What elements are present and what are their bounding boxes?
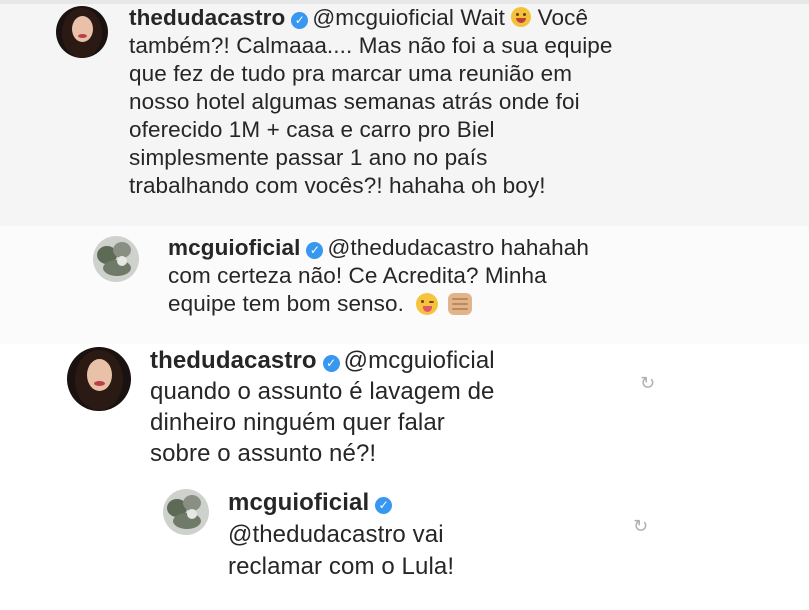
comment-item: thedudacastro ✓ @mcguioficial quando o ass…	[67, 345, 590, 469]
comment-line: sobre o assunto né?!	[150, 440, 377, 467]
username[interactable]: thedudacastro	[129, 5, 285, 30]
comment-text: thedudacastro ✓ @mcguioficial quando o ass…	[150, 345, 590, 469]
comment-line: mcguioficial ✓	[228, 487, 608, 519]
comment-body: @mcguioficial	[343, 347, 495, 374]
comment-line: mcguioficial ✓ @thedudacastro hahahah	[168, 234, 688, 262]
comment-line: thedudacastro ✓ @mcguioficial Wait Você	[129, 4, 689, 32]
comment-item: thedudacastro ✓ @mcguioficial Wait Você ta…	[56, 4, 689, 200]
reply-item: mcguioficial ✓ @thedudacastro hahahah com …	[93, 234, 688, 318]
verified-badge-icon: ✓	[306, 242, 324, 259]
comment-line: que fez de tudo pra marcar uma reunião e…	[129, 61, 573, 86]
comment-line: dinheiro ninguém quer falar	[150, 409, 445, 436]
winking-tongue-emoji	[416, 293, 439, 315]
comment-line: com certeza não! Ce Acredita? Minha	[168, 263, 547, 288]
username[interactable]: mcguioficial	[228, 489, 369, 516]
comment-body: equipe tem bom senso.	[168, 291, 404, 316]
comment-line: thedudacastro ✓ @mcguioficial	[150, 345, 590, 376]
verified-badge-icon: ✓	[291, 12, 309, 29]
comment-line: equipe tem bom senso.	[168, 290, 688, 318]
comment-line: quando o assunto é lavagem de	[150, 378, 495, 405]
verified-badge-icon: ✓	[322, 355, 340, 372]
avatar[interactable]	[67, 347, 131, 411]
comment-line: oferecido 1M + casa e carro pro Biel	[129, 117, 495, 142]
comment-line: reclamar com o Lula!	[228, 553, 455, 580]
rofl-emoji	[511, 7, 532, 27]
username[interactable]: mcguioficial	[168, 235, 300, 260]
comment-line: nosso hotel algumas semanas atrás onde f…	[129, 89, 580, 114]
avatar[interactable]	[56, 6, 108, 58]
verified-badge-icon: ✓	[375, 497, 393, 514]
comment-line: também?! Calmaaa.... Mas não foi a sua e…	[129, 33, 613, 58]
comment-line: @thedudacastro vai	[228, 521, 444, 548]
comment-text: mcguioficial ✓ @thedudacastro hahahah com …	[168, 234, 688, 318]
comment-body: Você	[537, 5, 589, 30]
username[interactable]: thedudacastro	[150, 347, 317, 374]
reply-arrow-icon[interactable]: ↻	[640, 374, 656, 392]
comment-body: @mcguioficial Wait	[312, 5, 505, 30]
comment-body: @thedudacastro hahahah	[327, 235, 589, 260]
reply-arrow-icon[interactable]: ↻	[633, 517, 649, 535]
comment-line: simplesmente passar 1 ano no país	[129, 145, 488, 170]
reply-item: mcguioficial ✓ @thedudacastro vai reclama…	[163, 487, 608, 583]
avatar[interactable]	[163, 489, 209, 535]
comment-text: mcguioficial ✓ @thedudacastro vai reclama…	[228, 487, 608, 583]
avatar[interactable]	[93, 236, 139, 282]
fist-bump-emoji	[447, 293, 472, 315]
comment-line: trabalhando com vocês?! hahaha oh boy!	[129, 173, 546, 198]
comment-text: thedudacastro ✓ @mcguioficial Wait Você ta…	[129, 4, 689, 200]
